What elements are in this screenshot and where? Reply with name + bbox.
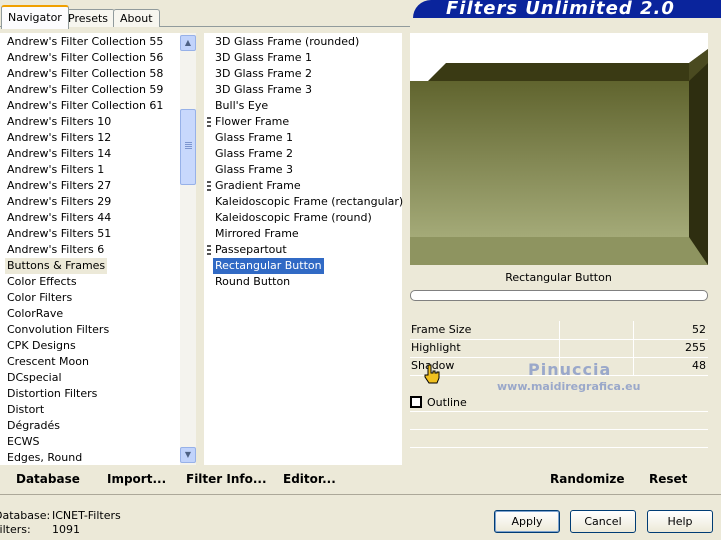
category-item[interactable]: Andrew's Filters 6 <box>5 242 106 258</box>
category-item[interactable]: Distortion Filters <box>5 386 99 402</box>
category-item[interactable]: Dégradés <box>5 418 62 434</box>
category-item[interactable]: Andrew's Filters 14 <box>5 146 113 162</box>
filter-item[interactable]: Rectangular Button <box>213 258 324 274</box>
frame-top-edge <box>428 63 708 81</box>
cancel-button[interactable]: Cancel <box>570 510 636 533</box>
filter-item[interactable]: 3D Glass Frame (rounded) <box>213 34 361 50</box>
category-item[interactable]: Andrew's Filters 51 <box>5 226 113 242</box>
filter-item[interactable]: Kaleidoscopic Frame (rectangular) <box>213 194 405 210</box>
watermark-name: Pinuccia <box>528 360 612 379</box>
param-value-highlight[interactable]: 255 <box>685 340 706 356</box>
param-value-shadow[interactable]: 48 <box>692 358 706 374</box>
category-item[interactable]: Andrew's Filter Collection 59 <box>5 82 165 98</box>
param-divider <box>410 447 708 448</box>
outline-label: Outline <box>427 396 467 409</box>
group-grip-icon <box>207 181 211 191</box>
status-database-label: Database: <box>0 509 51 522</box>
category-item[interactable]: Convolution Filters <box>5 322 111 338</box>
category-item[interactable]: Color Effects <box>5 274 79 290</box>
status-filters-label: Filters: <box>0 523 31 536</box>
param-label-frame-size: Frame Size <box>411 323 472 336</box>
category-item[interactable]: Andrew's Filter Collection 61 <box>5 98 165 114</box>
watermark-url: www.maidiregrafica.eu <box>497 380 641 393</box>
category-item[interactable]: Andrew's Filters 27 <box>5 178 113 194</box>
help-button[interactable]: Help <box>647 510 713 533</box>
preview-filter-name: Rectangular Button <box>505 271 612 284</box>
app-title: Filters Unlimited 2.0 <box>446 0 675 19</box>
scroll-down-icon[interactable]: ▼ <box>180 447 196 463</box>
filter-item[interactable]: Flower Frame <box>213 114 291 130</box>
group-grip-icon <box>207 117 211 127</box>
category-item[interactable]: Andrew's Filters 12 <box>5 130 113 146</box>
param-divider <box>410 429 708 430</box>
frame-bottom-edge <box>410 237 708 265</box>
filter-item[interactable]: 3D Glass Frame 2 <box>213 66 314 82</box>
filter-item[interactable]: Gradient Frame <box>213 178 303 194</box>
database-button[interactable]: Database <box>16 470 80 488</box>
category-item[interactable]: Distort <box>5 402 46 418</box>
import-button[interactable]: Import... <box>107 470 166 488</box>
category-item[interactable]: Andrew's Filter Collection 58 <box>5 66 165 82</box>
param-value-frame-size[interactable]: 52 <box>692 322 706 338</box>
scroll-thumb[interactable] <box>180 109 196 185</box>
scroll-up-icon[interactable]: ▲ <box>180 35 196 51</box>
category-item[interactable]: Andrew's Filter Collection 56 <box>5 50 165 66</box>
filter-item[interactable]: Round Button <box>213 274 292 290</box>
filter-info-button[interactable]: Filter Info... <box>186 470 267 488</box>
param-divider <box>410 411 708 412</box>
hand-cursor-icon <box>424 364 440 384</box>
randomize-button[interactable]: Randomize <box>550 470 624 488</box>
tab-presets[interactable]: Presets <box>61 9 116 27</box>
preview-progress-bar <box>410 290 708 301</box>
category-scrollbar[interactable]: ▲ ▼ <box>180 33 196 465</box>
filter-item[interactable]: 3D Glass Frame 3 <box>213 82 314 98</box>
category-item[interactable]: Andrew's Filters 29 <box>5 194 113 210</box>
category-item[interactable]: CPK Designs <box>5 338 78 354</box>
outline-checkbox[interactable] <box>410 396 422 408</box>
category-item[interactable]: DCspecial <box>5 370 64 386</box>
slider-tick <box>633 321 634 375</box>
filter-item[interactable]: Passepartout <box>213 242 289 258</box>
filter-item[interactable]: Bull's Eye <box>213 98 270 114</box>
filter-item[interactable]: Glass Frame 3 <box>213 162 295 178</box>
filter-item[interactable]: 3D Glass Frame 1 <box>213 50 314 66</box>
category-item[interactable]: ECWS <box>5 434 42 450</box>
filter-item[interactable]: Mirrored Frame <box>213 226 301 242</box>
filter-item[interactable]: Glass Frame 2 <box>213 146 295 162</box>
param-label-highlight: Highlight <box>411 341 461 354</box>
category-item[interactable]: Buttons & Frames <box>5 258 108 274</box>
category-item[interactable]: Color Filters <box>5 290 74 306</box>
category-item[interactable]: Andrew's Filter Collection 55 <box>5 34 165 50</box>
filter-item[interactable]: Glass Frame 1 <box>213 130 295 146</box>
group-grip-icon <box>207 245 211 255</box>
category-item[interactable]: Andrew's Filters 10 <box>5 114 113 130</box>
category-item[interactable]: Andrew's Filters 1 <box>5 162 106 178</box>
tab-about[interactable]: About <box>113 9 160 27</box>
reset-button[interactable]: Reset <box>649 470 687 488</box>
tab-navigator[interactable]: Navigator <box>1 5 69 29</box>
preview-image <box>410 49 708 265</box>
apply-button[interactable]: Apply <box>494 510 560 533</box>
frame-right-edge <box>689 49 708 265</box>
category-item[interactable]: Edges, Round <box>5 450 84 466</box>
status-divider <box>0 494 721 495</box>
category-item[interactable]: Crescent Moon <box>5 354 91 370</box>
editor-button[interactable]: Editor... <box>283 470 336 488</box>
frame-face <box>410 81 689 237</box>
category-item[interactable]: Andrew's Filters 44 <box>5 210 113 226</box>
status-filters-value: 1091 <box>52 523 80 536</box>
category-item[interactable]: ColorRave <box>5 306 65 322</box>
filter-item[interactable]: Kaleidoscopic Frame (round) <box>213 210 374 226</box>
status-database-value: ICNET-Filters <box>52 509 121 522</box>
